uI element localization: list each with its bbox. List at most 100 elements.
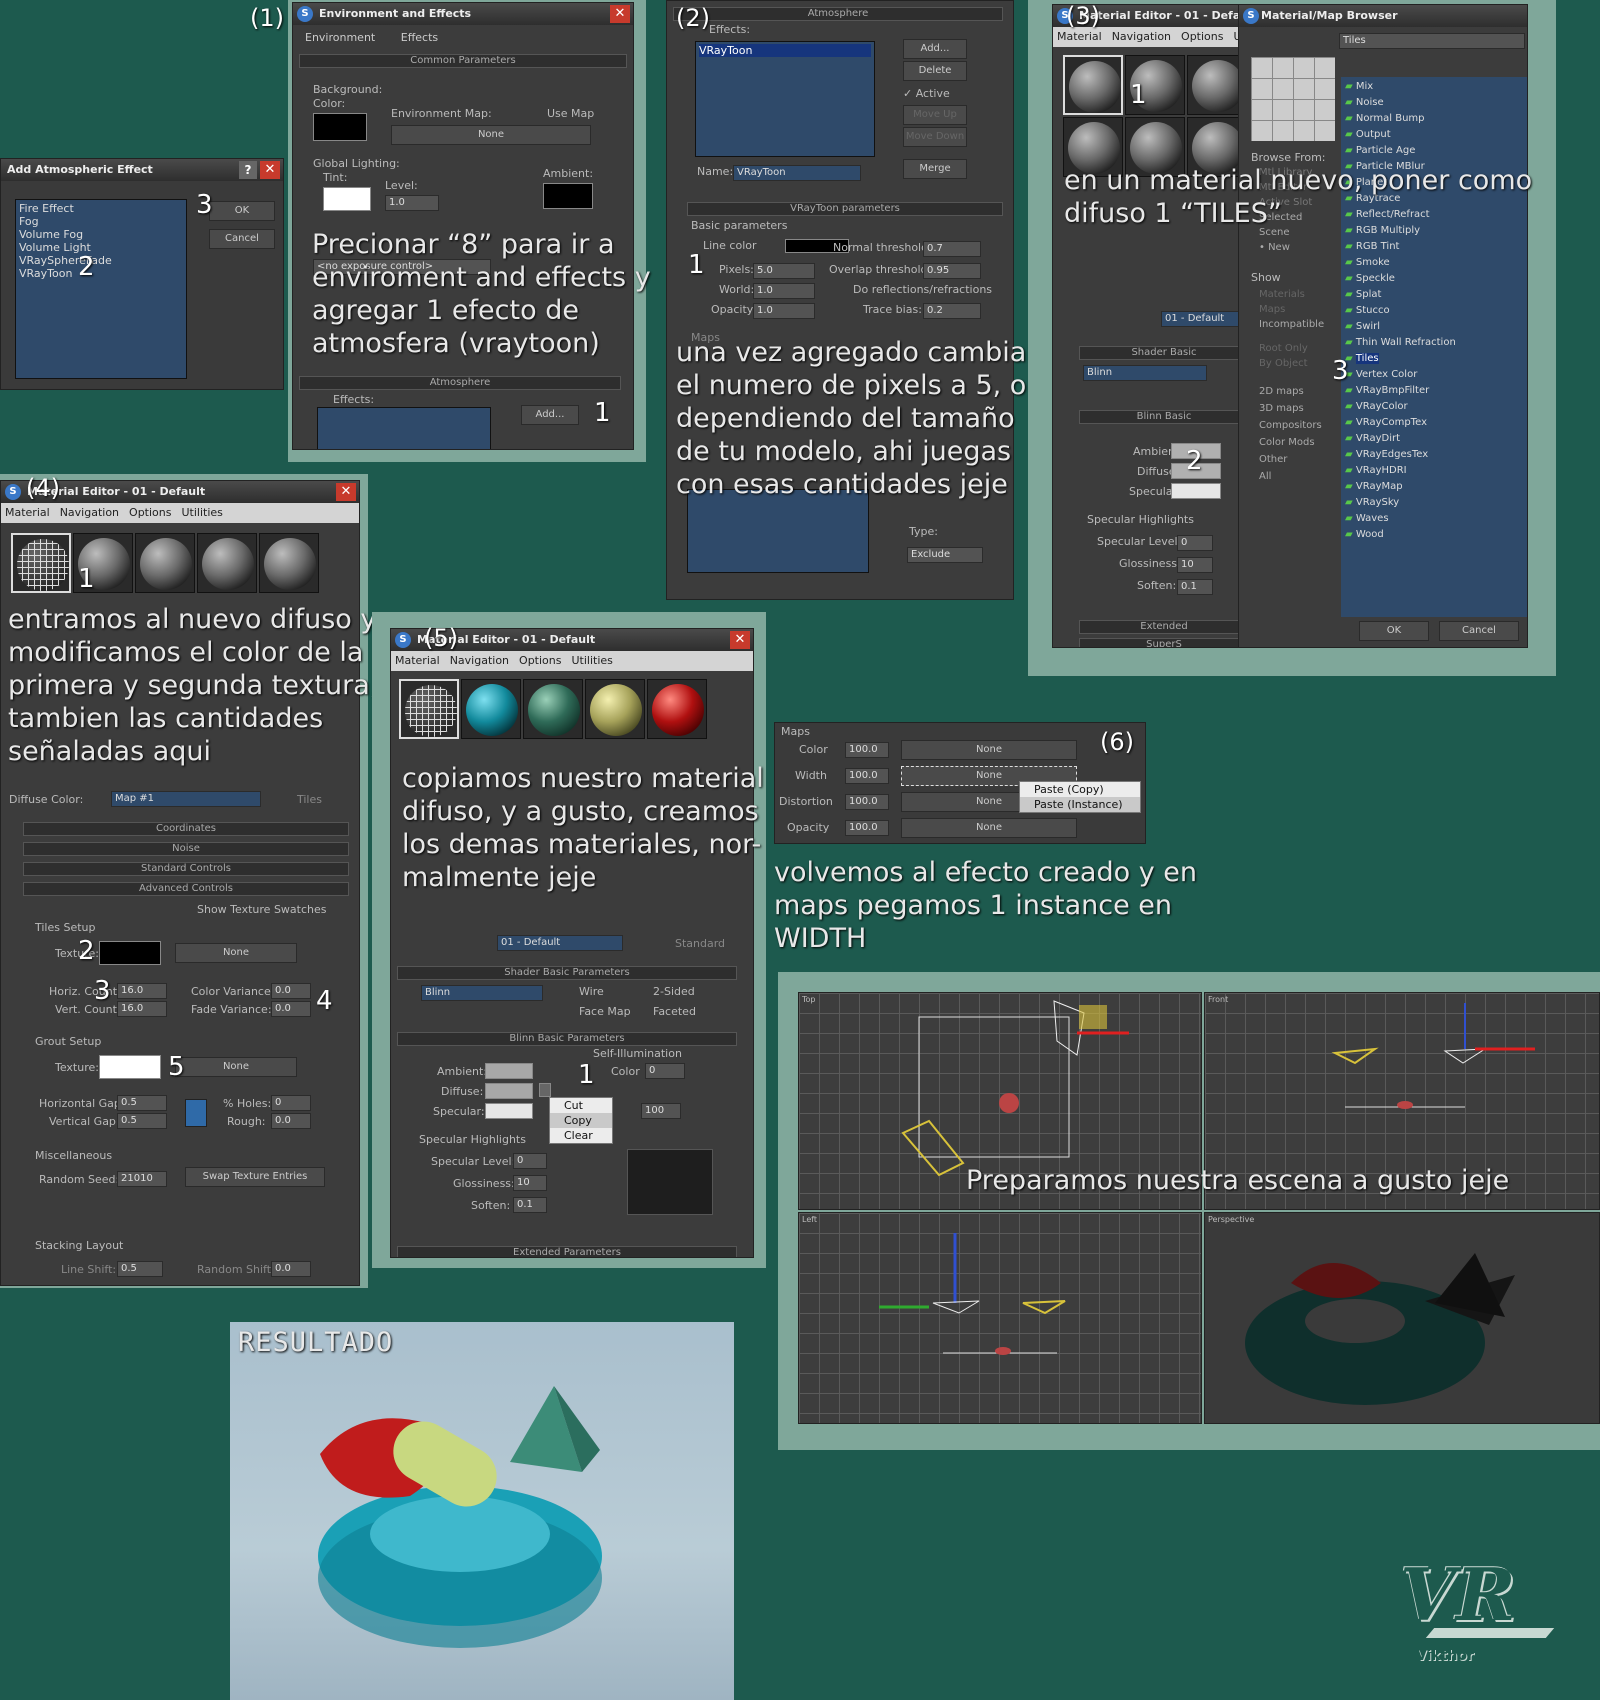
atmospheric-effects-list[interactable]: Fire Effect Fog Volume Fog Volume Light … (15, 199, 187, 379)
map-item[interactable]: ▰ Stucco (1345, 303, 1523, 319)
effect-name-field[interactable]: VRayToon (733, 165, 861, 181)
material-slot-red[interactable] (647, 679, 707, 739)
diffuse-map-button[interactable] (539, 1083, 551, 1097)
shader-basic-parameters-rollout[interactable]: Shader Basic Parameters (397, 966, 737, 980)
checkbox-option[interactable]: Maps (1259, 302, 1324, 317)
effects-list[interactable] (317, 407, 491, 449)
menu-item-cut[interactable]: Cut (550, 1098, 612, 1113)
material-slot[interactable] (399, 679, 459, 739)
map-item[interactable]: ▰ Waves (1345, 511, 1523, 527)
map-item-tiles[interactable]: ▰ Tiles (1345, 351, 1523, 367)
specular-level-spinner[interactable]: 0 (513, 1153, 547, 1169)
tile-texture-map-button[interactable]: None (175, 943, 297, 963)
ambient-swatch[interactable] (543, 183, 593, 209)
menu-navigation[interactable]: Navigation (60, 506, 119, 519)
type-dropdown[interactable]: Exclude (907, 547, 983, 563)
menu-options[interactable]: Options (1181, 30, 1223, 43)
cancel-button[interactable]: Cancel (1439, 621, 1519, 641)
diffuse-swatch[interactable] (485, 1083, 533, 1099)
radio-option[interactable]: 2D maps (1259, 383, 1322, 400)
do-reflections-checkbox[interactable]: Do reflections/refractions (853, 283, 992, 296)
map-name-field[interactable]: Map #1 (111, 791, 261, 807)
material-slot[interactable] (135, 533, 195, 593)
extended-rollout[interactable]: Extended (1079, 620, 1245, 634)
atmosphere-rollout[interactable]: Atmosphere (299, 376, 621, 390)
checkbox-option[interactable]: Root Only (1259, 341, 1308, 356)
map-item[interactable]: ▰ VRayBmpFilter (1345, 383, 1523, 399)
background-color-swatch[interactable] (313, 113, 367, 141)
common-parameters-rollout[interactable]: Common Parameters (299, 54, 627, 68)
material-slot-green[interactable] (523, 679, 583, 739)
line-shift-spinner[interactable]: 0.5 (117, 1261, 163, 1277)
radio-option[interactable]: Other (1259, 451, 1322, 468)
map-slot-button[interactable]: None (901, 818, 1077, 838)
close-icon[interactable]: ✕ (260, 161, 280, 179)
list-item-vraytoon[interactable]: VRayToon (699, 44, 871, 57)
effects-list[interactable]: VRayToon (695, 41, 875, 157)
map-item[interactable]: ▰ VRayEdgesTex (1345, 447, 1523, 463)
add-effect-button[interactable]: Add... (521, 405, 579, 425)
faceted-checkbox[interactable]: Faceted (653, 1005, 696, 1018)
close-icon[interactable]: ✕ (730, 631, 750, 649)
menu-material[interactable]: Material (395, 654, 440, 667)
help-icon[interactable]: ? (239, 161, 257, 179)
map-slot-button[interactable]: None (901, 740, 1077, 760)
menu-item-copy[interactable]: Copy (550, 1113, 612, 1128)
map-item[interactable]: ▰ Vertex Color (1345, 367, 1523, 383)
menu-options[interactable]: Options (129, 506, 171, 519)
radio-option[interactable]: 3D maps (1259, 400, 1322, 417)
map-amount-spinner[interactable]: 100.0 (845, 794, 889, 810)
menu-navigation[interactable]: Navigation (1112, 30, 1171, 43)
map-item[interactable]: ▰ Normal Bump (1345, 111, 1523, 127)
glossiness-spinner[interactable]: 10 (1177, 557, 1213, 573)
noise-rollout[interactable]: Noise (23, 842, 349, 856)
world-spinner[interactable]: 1.0 (753, 283, 815, 299)
show-texture-swatches-checkbox[interactable]: Show Texture Swatches (197, 903, 327, 916)
add-button[interactable]: Add... (903, 39, 967, 59)
grout-texture-map-button[interactable]: None (175, 1057, 297, 1077)
advanced-controls-rollout[interactable]: Advanced Controls (23, 882, 349, 896)
vraytoon-parameters-rollout[interactable]: VRayToon parameters (687, 202, 1003, 216)
move-up-button[interactable]: Move Up (903, 105, 967, 125)
trace-bias-spinner[interactable]: 0.2 (923, 303, 981, 319)
map-item[interactable]: ▰ Output (1345, 127, 1523, 143)
wire-checkbox[interactable]: Wire (579, 985, 604, 998)
map-amount-spinner[interactable]: 100.0 (845, 820, 889, 836)
map-item[interactable]: ▰ Speckle (1345, 271, 1523, 287)
env-map-button[interactable]: None (391, 125, 591, 145)
material-slot-teal[interactable] (461, 679, 521, 739)
menu-navigation[interactable]: Navigation (450, 654, 509, 667)
atmosphere-rollout[interactable]: Atmosphere (673, 7, 1003, 21)
move-down-button[interactable]: Move Down (903, 127, 967, 147)
opacity-spinner[interactable]: 100 (641, 1103, 681, 1119)
vertical-gap-spinner[interactable]: 0.5 (117, 1113, 167, 1129)
radio-option[interactable]: Color Mods (1259, 434, 1322, 451)
supersampling-rollout[interactable]: SuperS (1079, 638, 1245, 647)
fade-variance-spinner[interactable]: 0.0 (271, 1001, 311, 1017)
normal-threshold-spinner[interactable]: 0.7 (923, 241, 981, 257)
random-seed-spinner[interactable]: 21010 (117, 1171, 167, 1187)
map-amount-spinner[interactable]: 100.0 (845, 742, 889, 758)
holes-spinner[interactable]: 0 (271, 1095, 311, 1111)
viewport-left[interactable]: Left (798, 1212, 1202, 1424)
list-item[interactable]: Fog (19, 215, 183, 228)
color-variance-spinner[interactable]: 0.0 (271, 983, 311, 999)
map-item[interactable]: ▰ VRayColor (1345, 399, 1523, 415)
active-checkbox[interactable]: ✓ Active (903, 87, 950, 100)
menu-material[interactable]: Material (1057, 30, 1102, 43)
exclude-list[interactable] (687, 489, 869, 573)
material-slot[interactable] (259, 533, 319, 593)
radio-option[interactable]: All (1259, 468, 1322, 485)
menu-utilities[interactable]: Utilities (571, 654, 612, 667)
use-map-checkbox[interactable]: Use Map (547, 107, 594, 120)
material-name-field[interactable]: 01 - Default (1161, 311, 1241, 327)
close-icon[interactable]: ✕ (336, 483, 356, 501)
horiz-count-spinner[interactable]: 16.0 (117, 983, 167, 999)
blinn-basic-rollout[interactable]: Blinn Basic (1079, 410, 1245, 424)
shader-dropdown[interactable]: Blinn (1083, 365, 1207, 381)
extended-parameters-rollout[interactable]: Extended Parameters (397, 1246, 737, 1257)
menu-material[interactable]: Material (5, 506, 50, 519)
map-list[interactable]: ▰ Mix ▰ Noise ▰ Normal Bump ▰ Output ▰ P… (1341, 77, 1527, 617)
standard-controls-rollout[interactable]: Standard Controls (23, 862, 349, 876)
overlap-threshold-spinner[interactable]: 0.95 (923, 263, 981, 279)
